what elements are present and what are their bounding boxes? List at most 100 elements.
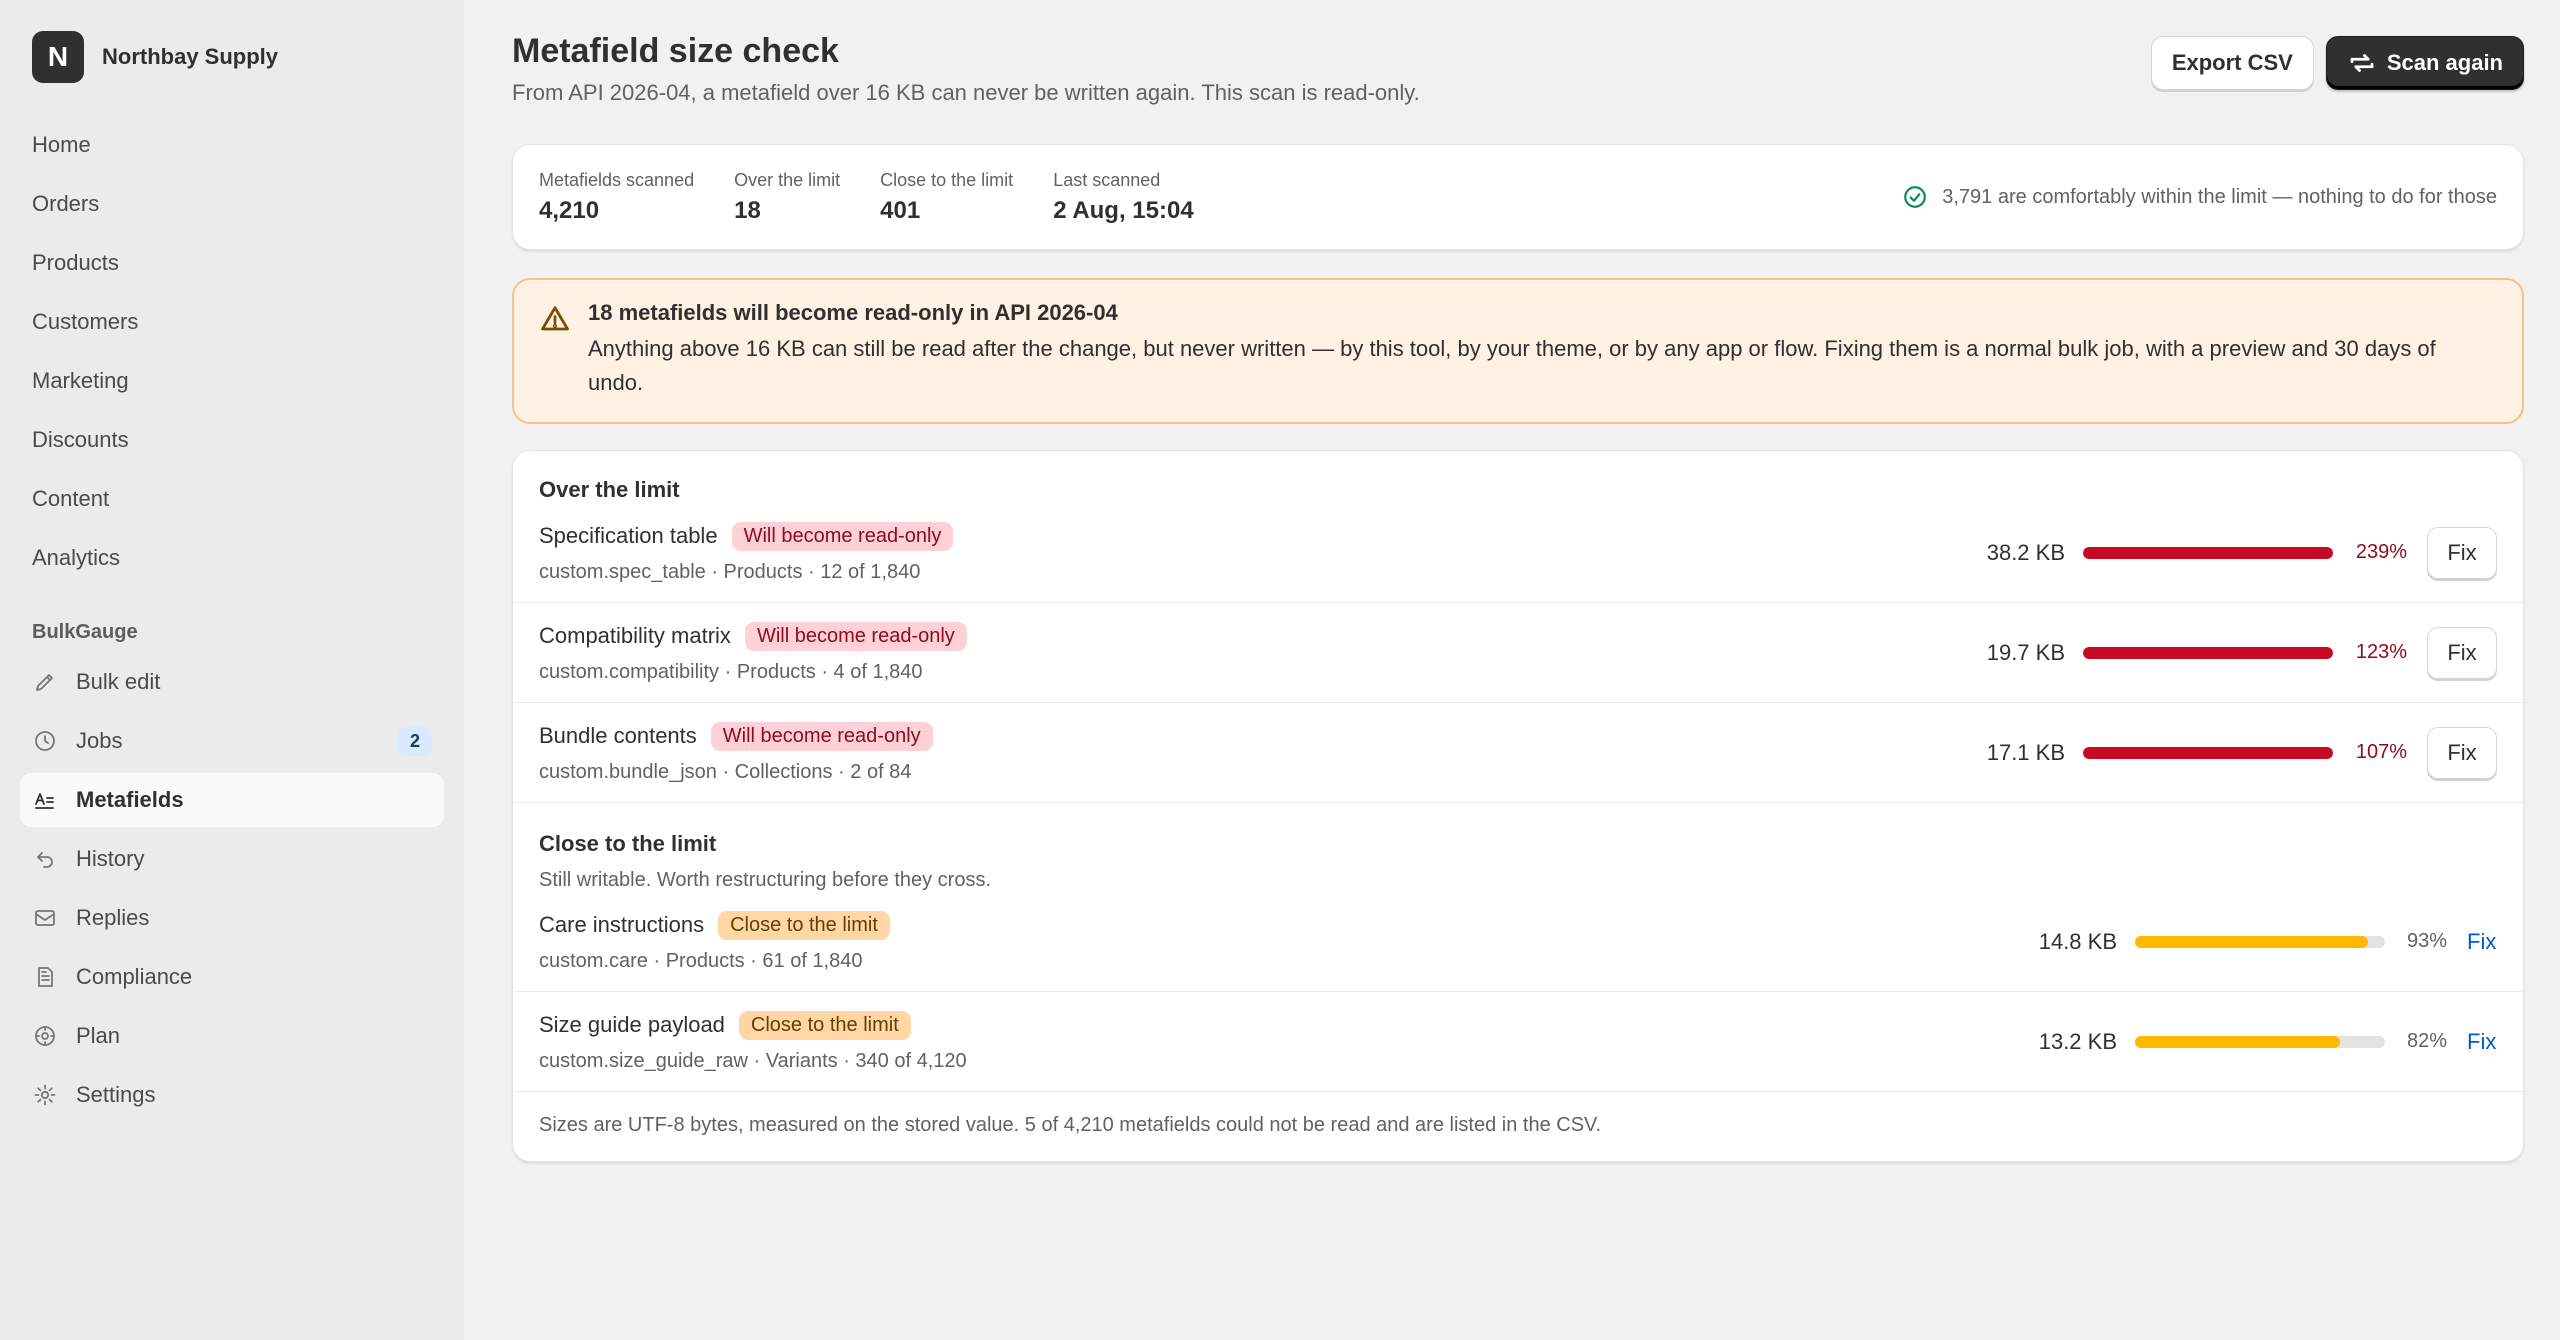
plan-icon — [32, 1023, 58, 1049]
stat-value: 18 — [734, 196, 761, 224]
status-badge: Will become read-only — [744, 621, 967, 651]
size-progress-fill — [2135, 935, 2368, 948]
stat-label: Metafields scanned — [539, 169, 695, 190]
stat-value: 401 — [880, 196, 921, 224]
stat-close-to-limit: Close to the limit 401 — [880, 170, 1013, 225]
fix-button[interactable]: Fix — [2427, 626, 2497, 679]
refresh-icon — [2350, 54, 2374, 72]
sidebar-item-discounts[interactable]: Discounts — [20, 412, 444, 467]
metafield-name: Compatibility matrix — [539, 623, 731, 648]
sidebar-item-products[interactable]: Products — [20, 235, 444, 290]
jobs-count-badge: 2 — [398, 726, 432, 756]
page-subtitle: From API 2026-04, a metafield over 16 KB… — [512, 80, 1420, 105]
sidebar-item-jobs[interactable]: Jobs 2 — [20, 714, 444, 768]
stat-label: Last scanned — [1053, 169, 1161, 190]
sidebar-item-label: Replies — [76, 905, 150, 930]
fix-button[interactable]: Fix — [2427, 526, 2497, 579]
sidebar-item-plan[interactable]: Plan — [20, 1009, 444, 1063]
metafield-meta: custom.size_guide_raw · Variants · 340 o… — [539, 1049, 967, 1072]
clock-icon — [32, 728, 58, 754]
size-percent: 239% — [2355, 541, 2407, 563]
sidebar-item-home[interactable]: Home — [20, 117, 444, 172]
main-nav: Home Orders Products Customers Marketing… — [20, 117, 444, 585]
stat-label: Close to the limit — [880, 169, 1014, 190]
sidebar-item-orders[interactable]: Orders — [20, 176, 444, 231]
sidebar: N Northbay Supply Home Orders Products C… — [0, 0, 464, 1340]
stat-value: 2 Aug, 15:04 — [1053, 196, 1194, 224]
stat-value: 4,210 — [539, 196, 600, 224]
banner-title: 18 metafields will become read-only in A… — [588, 300, 1118, 325]
size-progress-bar — [2135, 935, 2385, 948]
sidebar-item-label: History — [76, 846, 145, 871]
app-section-title[interactable]: BulkGauge — [32, 615, 444, 649]
footnote: Sizes are UTF-8 bytes, measured on the s… — [539, 1114, 1602, 1136]
metafield-size: 19.7 KB — [1986, 639, 2065, 665]
fix-link[interactable]: Fix — [2467, 929, 2497, 955]
metafield-name: Bundle contents — [539, 723, 697, 748]
metafield-size: 13.2 KB — [2038, 1028, 2117, 1054]
metafield-meta: custom.care · Products · 61 of 1,840 — [539, 949, 863, 972]
sidebar-item-content[interactable]: Content — [20, 471, 444, 526]
sidebar-item-analytics[interactable]: Analytics — [20, 530, 444, 585]
warning-banner: 18 metafields will become read-only in A… — [512, 278, 2524, 424]
stat-scanned: Metafields scanned 4,210 — [539, 170, 694, 225]
mail-icon — [32, 905, 58, 931]
scan-again-label: Scan again — [2386, 50, 2503, 75]
header-actions: Export CSV Scan again — [2150, 36, 2524, 90]
stat-over-limit: Over the limit 18 — [734, 170, 840, 225]
metafields-list-card: Over the limit Specification table Will … — [512, 450, 2524, 1162]
table-row: Bundle contents Will become read-only cu… — [513, 703, 2523, 803]
document-icon — [32, 964, 58, 990]
sidebar-item-bulk-edit[interactable]: Bulk edit — [20, 655, 444, 709]
metafield-meta: custom.bundle_json · Collections · 2 of … — [539, 760, 912, 783]
metafield-name: Size guide payload — [539, 1012, 725, 1037]
app-nav: Bulk edit Jobs 2 Metafields History Repl… — [20, 655, 444, 1122]
sidebar-item-settings[interactable]: Settings — [20, 1068, 444, 1122]
metafield-size: 38.2 KB — [1986, 539, 2065, 565]
sidebar-item-history[interactable]: History — [20, 832, 444, 886]
size-progress-fill — [2083, 546, 2333, 559]
size-progress-bar — [2135, 1035, 2385, 1048]
status-badge: Will become read-only — [710, 721, 933, 751]
section-title: Close to the limit — [539, 831, 717, 856]
metafield-meta: custom.spec_table · Products · 12 of 1,8… — [539, 560, 921, 583]
fix-button[interactable]: Fix — [2427, 726, 2497, 779]
size-percent: 82% — [2406, 1030, 2447, 1052]
section-description: Still writable. Worth restructuring befo… — [539, 869, 992, 891]
status-badge: Close to the limit — [718, 910, 890, 940]
main-content: Metafield size check From API 2026-04, a… — [464, 0, 2560, 1340]
metafield-size: 17.1 KB — [1986, 739, 2065, 765]
scan-summary-card: Metafields scanned 4,210 Over the limit … — [512, 144, 2524, 250]
table-row: Specification table Will become read-onl… — [513, 503, 2523, 603]
banner-body: Anything above 16 KB can still be read a… — [588, 336, 2436, 395]
sidebar-item-label: Jobs — [76, 728, 123, 753]
export-csv-button[interactable]: Export CSV — [2150, 36, 2314, 90]
status-badge: Will become read-only — [731, 521, 954, 551]
pencil-icon — [32, 669, 58, 695]
sidebar-item-compliance[interactable]: Compliance — [20, 950, 444, 1004]
scan-again-button[interactable]: Scan again — [2325, 36, 2524, 90]
store-switcher[interactable]: N Northbay Supply — [32, 31, 444, 83]
size-percent: 93% — [2406, 930, 2447, 952]
metafield-name: Specification table — [539, 523, 718, 548]
metafields-icon — [32, 787, 58, 813]
within-limit-text: 3,791 are comfortably within the limit —… — [1942, 185, 2497, 208]
sidebar-item-label: Plan — [76, 1023, 121, 1048]
sidebar-item-label: Compliance — [76, 964, 193, 989]
metafield-meta: custom.compatibility · Products · 4 of 1… — [539, 660, 923, 683]
sidebar-item-label: Bulk edit — [76, 669, 161, 694]
metafield-size: 14.8 KB — [2038, 928, 2117, 954]
sidebar-item-metafields[interactable]: Metafields — [20, 773, 444, 827]
sidebar-item-marketing[interactable]: Marketing — [20, 353, 444, 408]
within-limit-note: 3,791 are comfortably within the limit —… — [1902, 184, 2497, 210]
size-progress-bar — [2083, 546, 2333, 559]
table-row: Care instructions Close to the limit cus… — [513, 892, 2523, 992]
sidebar-item-replies[interactable]: Replies — [20, 891, 444, 945]
size-progress-fill — [2083, 746, 2333, 759]
fix-link[interactable]: Fix — [2467, 1029, 2497, 1055]
stat-label: Over the limit — [734, 169, 841, 190]
over-limit-section-header: Over the limit — [513, 451, 2523, 503]
sidebar-item-customers[interactable]: Customers — [20, 294, 444, 349]
table-row: Size guide payload Close to the limit cu… — [513, 992, 2523, 1092]
status-badge: Close to the limit — [738, 1010, 911, 1040]
